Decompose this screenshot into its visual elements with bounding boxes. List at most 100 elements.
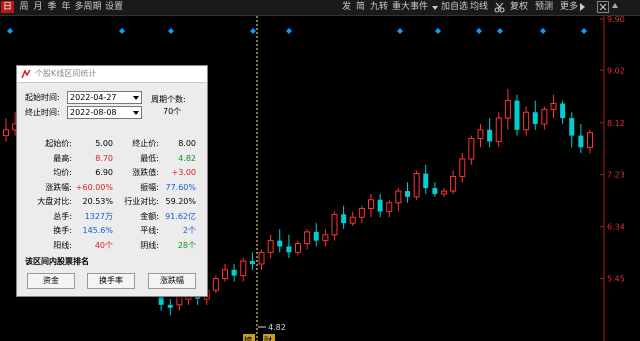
candle[interactable] (405, 182, 410, 203)
rank-by-turnover-button[interactable]: 换手率 (87, 273, 135, 289)
event-diamond-icon[interactable] (497, 28, 503, 34)
event-diamond-icon[interactable] (476, 28, 482, 34)
dropdown-arrow-icon[interactable] (432, 6, 438, 10)
event-diamond-icon[interactable] (7, 28, 13, 34)
event-diamond-icon[interactable] (397, 28, 403, 34)
candle[interactable] (459, 153, 466, 183)
candle[interactable] (550, 94, 557, 119)
more-arrow-icon[interactable] (580, 3, 585, 11)
candle-body (322, 234, 329, 242)
tool-jiuzhuan[interactable]: 九转 (370, 1, 388, 13)
candle[interactable] (295, 240, 301, 256)
interval-stats-dialog[interactable]: 个股K线区间统计 起始时间: 2022-04-27 终止时间: 2022-08-… (16, 65, 208, 297)
candle[interactable] (3, 118, 9, 142)
candle[interactable] (587, 129, 593, 154)
period-tab-week[interactable]: 周 (18, 1, 30, 13)
event-diamond-icon[interactable] (540, 28, 546, 34)
start-date-select[interactable]: 2022-04-27 (67, 91, 142, 104)
candle-body (331, 213, 338, 236)
stats-row: 大盘对比: 20.53% 行业对比: 59.20% (25, 196, 205, 208)
candle[interactable] (413, 170, 420, 200)
candle[interactable] (341, 205, 347, 229)
event-diamond-icon[interactable] (119, 28, 125, 34)
candle[interactable] (477, 123, 484, 148)
candle[interactable] (377, 193, 383, 218)
candle[interactable] (358, 205, 365, 224)
candle[interactable] (432, 182, 438, 197)
event-diamond-icon[interactable] (286, 28, 292, 34)
tool-add-watchlist[interactable]: 加自选 (441, 1, 468, 13)
tool-major-events[interactable]: 重大事件 (392, 1, 428, 13)
candle[interactable] (523, 106, 530, 136)
price-label: 6.34 (607, 223, 625, 232)
event-diamond-icon[interactable] (435, 28, 441, 34)
candle[interactable] (504, 88, 511, 130)
candle[interactable] (167, 298, 173, 316)
candle[interactable] (322, 228, 329, 247)
candle[interactable] (368, 193, 374, 218)
period-tab-quarter[interactable]: 季 (46, 1, 58, 13)
candle[interactable] (240, 258, 247, 282)
candle[interactable] (222, 263, 228, 282)
period-tab-settings[interactable]: 设置 (104, 1, 124, 13)
candle-body (313, 231, 319, 241)
scroll-up-icon[interactable] (612, 3, 618, 8)
period-tab-month[interactable]: 月 (32, 1, 44, 13)
candle[interactable] (313, 223, 319, 247)
candle-body (167, 304, 173, 308)
candle[interactable] (331, 211, 338, 241)
period-tab-multi[interactable]: 多周期 (74, 1, 102, 13)
candle-body (541, 108, 548, 125)
tool-jian[interactable]: 简 (356, 1, 365, 13)
candle[interactable] (286, 234, 292, 259)
close-icon[interactable] (597, 1, 609, 13)
candle[interactable] (468, 135, 475, 165)
candle[interactable] (450, 170, 457, 194)
tool-moving-average[interactable]: 均线 (470, 1, 488, 13)
candle-body (358, 208, 365, 218)
candle[interactable] (423, 164, 429, 194)
candle[interactable] (541, 106, 548, 130)
scissors-icon[interactable] (494, 2, 505, 13)
candle-body (267, 240, 274, 253)
event-diamond-icon[interactable] (250, 28, 256, 34)
event-diamond-icon[interactable] (581, 28, 587, 34)
rank-by-change-button[interactable]: 涨跌幅 (148, 273, 196, 289)
candle[interactable] (578, 123, 584, 154)
candle-body (523, 111, 530, 131)
candle[interactable] (532, 100, 538, 130)
candle[interactable] (258, 249, 265, 270)
chevron-down-icon[interactable] (133, 96, 139, 100)
stat-label-left: 换手: (53, 226, 72, 235)
bottom-mark-2[interactable]: 财 (264, 335, 272, 341)
chevron-down-icon[interactable] (133, 111, 139, 115)
candle[interactable] (277, 228, 283, 253)
candle[interactable] (395, 188, 402, 212)
candle-body (477, 129, 484, 140)
period-tab-day[interactable]: 日 (1, 1, 14, 13)
tool-fa[interactable]: 发 (342, 1, 351, 13)
period-tab-year[interactable]: 年 (60, 1, 72, 13)
candle[interactable] (304, 228, 311, 250)
dialog-titlebar[interactable]: 个股K线区间统计 (17, 66, 207, 83)
candle[interactable] (212, 275, 219, 294)
end-date-select[interactable]: 2022-08-08 (67, 106, 142, 119)
candle[interactable] (267, 234, 274, 259)
candle[interactable] (487, 118, 493, 148)
candle[interactable] (514, 94, 520, 136)
rank-by-capital-button[interactable]: 资金 (27, 273, 75, 289)
bottom-mark-1[interactable]: 榜 (244, 335, 252, 341)
tool-forecast[interactable]: 预测 (535, 1, 553, 13)
candle[interactable] (249, 252, 255, 270)
candle[interactable] (349, 211, 356, 227)
candle[interactable] (441, 188, 447, 197)
tool-adjust[interactable]: 复权 (510, 1, 528, 13)
candle[interactable] (386, 199, 393, 218)
candle[interactable] (569, 112, 575, 148)
candle[interactable] (495, 112, 502, 148)
candle[interactable] (560, 100, 566, 124)
candle[interactable] (231, 263, 237, 282)
event-diamond-icon[interactable] (168, 28, 174, 34)
stat-label-left: 最高: (53, 153, 72, 163)
tool-more[interactable]: 更多 (560, 1, 578, 13)
